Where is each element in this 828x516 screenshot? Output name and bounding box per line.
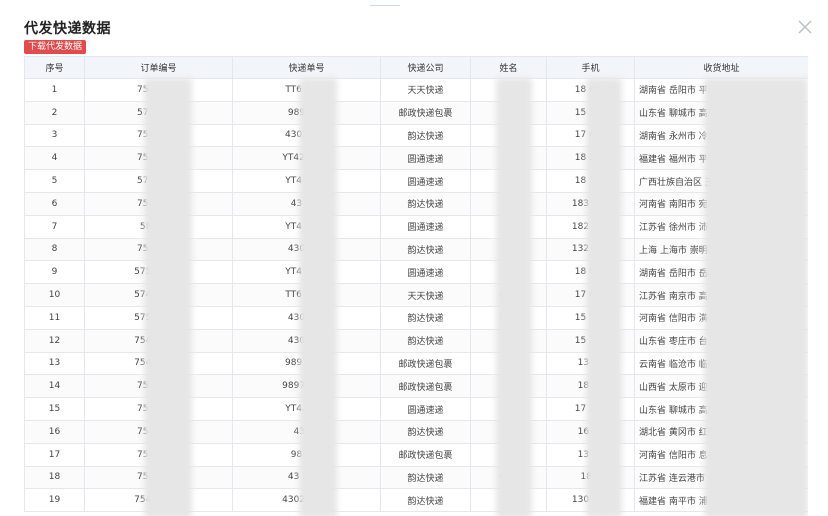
cell-index: 3 [24, 123, 85, 148]
header-name: 姓名 [470, 56, 547, 79]
header-tracking-number: 快递单号 [232, 56, 381, 79]
cell-courier-company: 天天快递 [380, 78, 471, 102]
data-table: 序号 订单编号 快递单号 快递公司 姓名 手机 收货地址 17549 023TT… [24, 56, 808, 513]
cell-index: 11 [24, 305, 85, 330]
table-row[interactable]: 17549 023TT6 3629天天快递向18 600湖南省 岳阳市 平江 [24, 78, 808, 102]
table-row[interactable]: 15754 1873YT427 37圆通速递白17 735山东省 聊城市 高唐县 [24, 397, 808, 421]
header-order-number: 订单编号 [84, 56, 233, 79]
table-row[interactable]: 197543 05384302 6714韵达快递孙130 039福建省 南平市 … [24, 488, 808, 513]
cell-courier-company: 韵达快递 [380, 305, 471, 330]
cell-courier-company: 圆通速递 [380, 397, 471, 421]
cell-index: 12 [24, 328, 85, 353]
cell-index: 14 [24, 374, 85, 399]
table-row[interactable]: 137545 81719897 989邮政快递包裹代13 06云南省 临沧市 临… [24, 351, 808, 376]
top-accent-line [370, 5, 400, 6]
cell-courier-company: 韵达快递 [380, 488, 471, 513]
privacy-mask-name [496, 78, 532, 516]
table-row[interactable]: 17754 568698 850邮政快递包裹刘13 36河南省 信阳市 息县 [24, 442, 808, 467]
cell-index: 9 [24, 260, 85, 285]
cell-index: 6 [24, 191, 85, 216]
cell-index: 1 [24, 78, 85, 102]
table-row[interactable]: 14754 51489897 0392邮政快递包裹袁18 28山西省 太原市 迎… [24, 374, 808, 399]
header-courier-company: 快递公司 [380, 56, 471, 79]
table-row[interactable]: 87543 744430 316韵达快递邓132 468上海 上海市 崇明区 [24, 237, 808, 262]
cell-index: 13 [24, 351, 85, 376]
cell-index: 5 [24, 169, 85, 193]
cell-courier-company: 天天快递 [380, 283, 471, 307]
cell-index: 8 [24, 237, 85, 262]
cell-courier-company: 韵达快递 [380, 123, 471, 148]
cell-courier-company: 韵达快递 [380, 237, 471, 262]
cell-index: 19 [24, 488, 85, 513]
cell-index: 17 [24, 442, 85, 467]
table-row[interactable]: 47541 820YT42 3149圆通速递林18 385福建省 福州市 平潭 [24, 146, 808, 171]
table-row[interactable]: 37546 4844302 710韵达快递吴17 080湖南省 永州市 冷水 [24, 123, 808, 148]
cell-index: 15 [24, 397, 85, 421]
cell-index: 18 [24, 465, 85, 490]
cell-index: 7 [24, 214, 85, 239]
privacy-mask-phone [586, 78, 622, 516]
table-row[interactable]: 7582 211YT4 0989圆通速递徐182 810江苏省 徐州市 沛县 [24, 214, 808, 239]
cell-courier-company: 韵达快递 [380, 328, 471, 353]
table-row[interactable]: 95757 3295YT4 0000圆通速递小18 018湖南省 岳阳市 岳阳 [24, 260, 808, 285]
cell-index: 4 [24, 146, 85, 171]
cell-courier-company: 邮政快递包裹 [380, 442, 471, 467]
cell-index: 10 [24, 283, 85, 307]
table-row[interactable]: 16754 4426430 0韵达快递周16 82湖北省 黄冈市 红安县 [24, 419, 808, 444]
data-dialog: 代发快递数据 下载代发数据 序号 订单编号 快递单号 快递公司 姓名 手机 收货… [0, 0, 828, 516]
table-row[interactable]: 55751 689YT4 0833圆通速递覃18 319广西壮族自治区 玉 [24, 169, 808, 193]
table-row[interactable]: 105749 3490TT6 7809天天快递徐瑞17 698江苏省 南京市 高… [24, 283, 808, 307]
header-phone: 手机 [546, 56, 635, 79]
cell-courier-company: 圆通速递 [380, 214, 471, 239]
header-index: 序号 [24, 56, 85, 79]
cell-courier-company: 韵达快递 [380, 465, 471, 490]
table-row[interactable]: 67545 66143 801韵达快递陈183 019河南省 南阳市 宛城 [24, 191, 808, 216]
cell-courier-company: 圆通速递 [380, 146, 471, 171]
table-row[interactable]: 115750 7698430 818韵达快递胡建15 136河南省 信阳市 潢川 [24, 305, 808, 330]
cell-courier-company: 韵达快递 [380, 191, 471, 216]
header-address: 收货地址 [634, 56, 808, 79]
cell-courier-company: 邮政快递包裹 [380, 374, 471, 399]
table-header-row: 序号 订单编号 快递单号 快递公司 姓名 手机 收货地址 [24, 56, 808, 79]
cell-courier-company: 圆通速递 [380, 260, 471, 285]
cell-courier-company: 邮政快递包裹 [380, 100, 471, 125]
cell-index: 16 [24, 419, 85, 444]
cell-courier-company: 韵达快递 [380, 419, 471, 444]
table-row[interactable]: 25751 893989 714邮政快递包裹宋15 376山东省 聊城市 高唐 [24, 100, 808, 125]
close-icon[interactable] [796, 18, 814, 36]
privacy-mask-order [144, 78, 192, 516]
cell-courier-company: 邮政快递包裹 [380, 351, 471, 376]
data-table-container[interactable]: 序号 订单编号 快递单号 快递公司 姓名 手机 收货地址 17549 023TT… [24, 56, 808, 516]
table-row[interactable]: 18754 213843 3275韵达快递空白18 5江苏省 连云港市 海 [24, 465, 808, 490]
cell-index: 2 [24, 100, 85, 125]
table-row[interactable]: 127543 2929430 752韵达快递房15 120山东省 枣庄市 台儿 [24, 328, 808, 353]
privacy-mask-address [704, 78, 808, 516]
cell-courier-company: 圆通速递 [380, 169, 471, 193]
privacy-mask-tracking [299, 78, 337, 516]
download-data-button[interactable]: 下载代发数据 [24, 40, 87, 54]
dialog-title: 代发快递数据 [24, 21, 111, 37]
